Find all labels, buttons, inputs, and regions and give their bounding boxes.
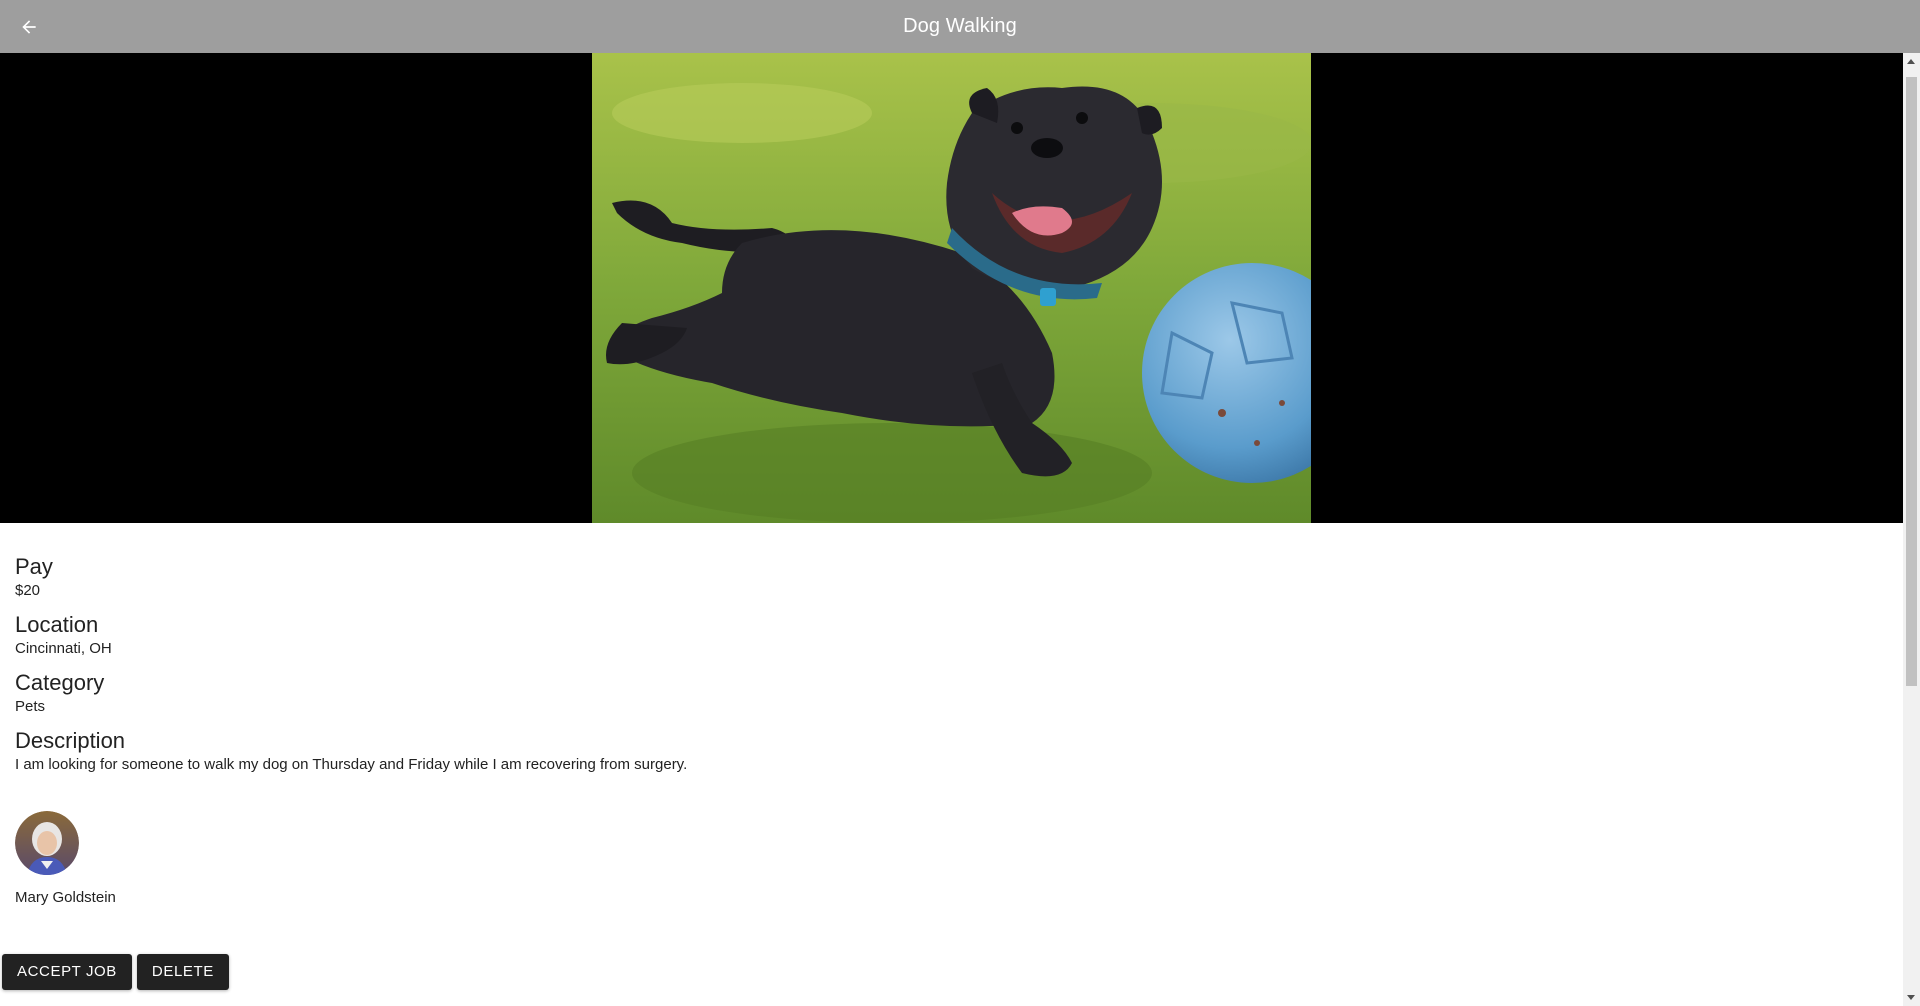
- category-value: Pets: [15, 698, 46, 715]
- job-details: Pay $20 Location Cincinnati, OH Category…: [0, 523, 1903, 906]
- description-field: Description I am looking for someone to …: [15, 727, 1888, 775]
- location-label: Location: [15, 612, 99, 637]
- job-photo-banner: [0, 53, 1903, 523]
- vertical-scrollbar[interactable]: [1903, 53, 1920, 1006]
- category-label: Category: [15, 670, 105, 695]
- accept-job-button[interactable]: ACCEPT JOB: [2, 954, 132, 990]
- poster-avatar[interactable]: [15, 811, 79, 875]
- arrow-left-icon: [22, 20, 36, 34]
- description-label: Description: [15, 728, 126, 753]
- page-title: Dog Walking: [903, 15, 1017, 37]
- dog-photo: [592, 53, 1311, 523]
- pay-value: $20: [15, 582, 41, 599]
- category-field: Category Pets: [15, 669, 1888, 717]
- poster-name[interactable]: Mary Goldstein: [15, 889, 1888, 906]
- location-field: Location Cincinnati, OH: [15, 611, 1888, 659]
- app-root: Dog Walking Pay $20 Location Cincinnati,…: [0, 0, 1920, 1006]
- job-detail-content: Pay $20 Location Cincinnati, OH Category…: [0, 53, 1903, 1006]
- delete-button[interactable]: DELETE: [136, 954, 229, 990]
- scroll-down-arrow-icon[interactable]: [1907, 995, 1915, 1000]
- pay-label: Pay: [15, 554, 53, 579]
- back-button[interactable]: [14, 12, 44, 42]
- location-value: Cincinnati, OH: [15, 640, 112, 657]
- pay-field: Pay $20: [15, 553, 1888, 601]
- action-bar: ACCEPT JOB DELETE: [2, 954, 229, 990]
- scroll-up-arrow-icon[interactable]: [1907, 59, 1915, 64]
- top-app-bar: Dog Walking: [0, 0, 1920, 53]
- scroll-thumb[interactable]: [1906, 77, 1917, 686]
- description-value: I am looking for someone to walk my dog …: [15, 756, 688, 773]
